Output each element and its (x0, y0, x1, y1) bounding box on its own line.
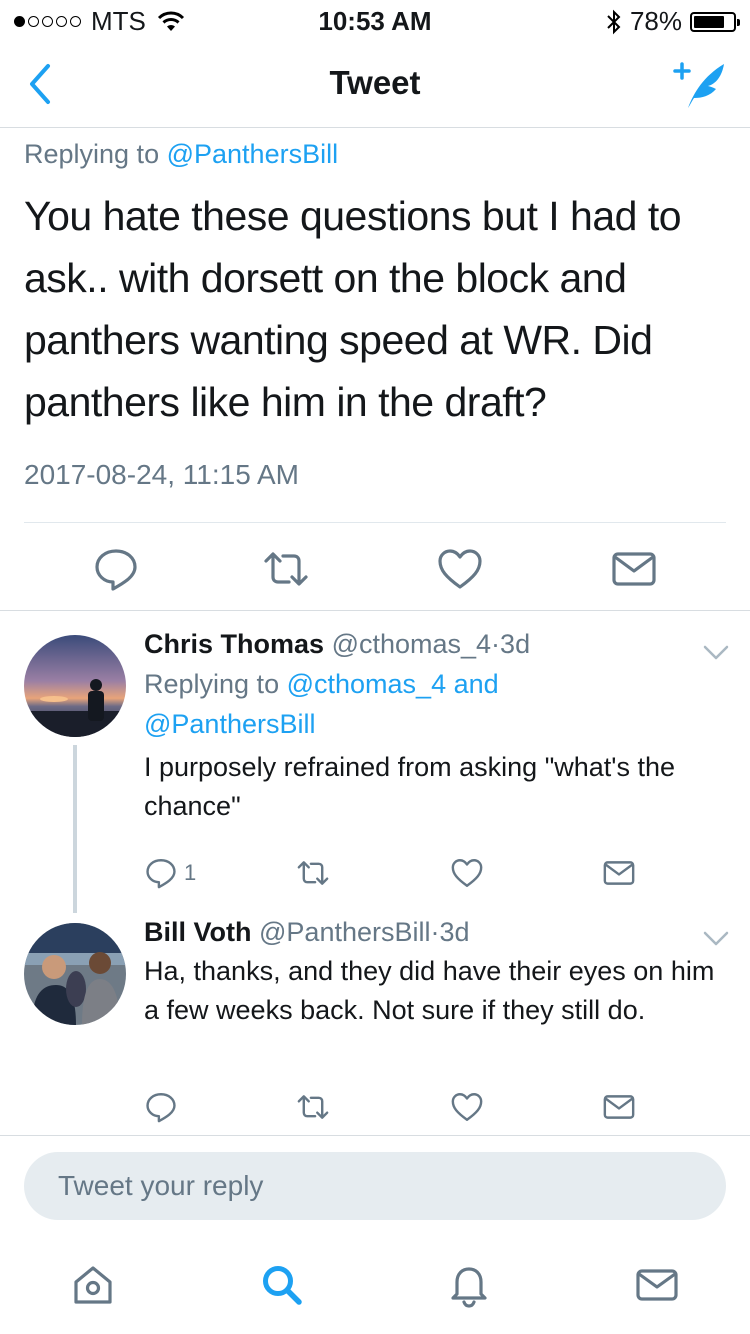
author-handle[interactable]: @cthomas_4 (332, 629, 491, 659)
tweet-actions (0, 539, 750, 599)
separator-dot: · (430, 917, 440, 947)
search-icon[interactable] (259, 1262, 305, 1308)
direct-message-icon[interactable] (610, 545, 658, 593)
compose-feather-icon[interactable] (672, 58, 728, 112)
divider (0, 1135, 750, 1136)
reply-icon (146, 1093, 176, 1123)
replying-handle-link[interactable]: @cthomas_4 (287, 669, 446, 699)
author-name[interactable]: Chris Thomas (144, 629, 324, 659)
tweet-timestamp: 2017-08-24, 11:15 AM (24, 459, 300, 490)
direct-message-button[interactable] (602, 855, 636, 891)
reply-actions (144, 1089, 644, 1129)
tab-bar (0, 1238, 750, 1334)
reply-icon[interactable] (92, 545, 140, 593)
reply-text: Ha, thanks, and they did have their eyes… (144, 956, 715, 1025)
retweet-icon (297, 1095, 329, 1119)
reply-body: Bill Voth @PanthersBill·3d Ha, thanks, a… (144, 917, 734, 1030)
like-heart-icon[interactable] (436, 545, 484, 593)
replying-and: and (453, 669, 499, 699)
like-button[interactable] (450, 855, 484, 891)
direct-message-button[interactable] (602, 1089, 636, 1125)
tweet-text: You hate these questions but I had to as… (24, 193, 682, 425)
replying-to-line: Replying to @cthomas_4 and @PanthersBill (144, 664, 734, 744)
direct-message-icon (603, 861, 635, 885)
replying-prefix: Replying to (144, 669, 280, 699)
bluetooth-icon (607, 9, 621, 34)
direct-message-icon (603, 1095, 635, 1119)
avatar[interactable] (24, 923, 126, 1025)
notifications-icon[interactable] (446, 1262, 492, 1308)
reply-button[interactable] (144, 1089, 178, 1125)
reply-actions: 1 (144, 855, 644, 895)
reply-header: Bill Voth @PanthersBill·3d (144, 917, 734, 948)
messages-icon[interactable] (634, 1262, 680, 1308)
chevron-down-icon[interactable] (702, 643, 730, 663)
retweet-icon[interactable] (262, 545, 310, 593)
avatar[interactable] (24, 635, 126, 737)
replying-to-line: Replying to @PanthersBill (24, 139, 338, 170)
author-name[interactable]: Bill Voth (144, 917, 252, 947)
home-icon[interactable] (70, 1262, 116, 1308)
separator-dot: · (491, 629, 501, 659)
like-heart-icon (451, 859, 483, 887)
chevron-down-icon[interactable] (702, 929, 730, 949)
tweet-reply-input[interactable]: Tweet your reply (24, 1152, 726, 1220)
reply-header: Chris Thomas @cthomas_4·3d (144, 629, 734, 660)
replying-prefix: Replying to (24, 139, 160, 169)
tweet-age: 3d (439, 917, 470, 947)
divider (24, 522, 726, 523)
status-right: 78% (606, 6, 740, 37)
retweet-icon (297, 861, 329, 885)
replying-handle-link[interactable]: @PanthersBill (167, 139, 338, 169)
battery-icon (690, 11, 740, 32)
reply-input-placeholder: Tweet your reply (58, 1170, 264, 1201)
retweet-button[interactable] (296, 1089, 330, 1125)
reply-count: 1 (184, 860, 197, 885)
reply-icon (146, 859, 176, 889)
divider (0, 610, 750, 611)
battery-fill (694, 15, 724, 28)
tweet-age: 3d (500, 629, 531, 659)
like-button[interactable] (450, 1089, 484, 1125)
status-bar: MTS 10:53 AM 78% (0, 0, 750, 40)
author-handle[interactable]: @PanthersBill (259, 917, 430, 947)
retweet-button[interactable] (296, 855, 330, 891)
page-title: Tweet (329, 64, 421, 101)
like-heart-icon (451, 1093, 483, 1121)
reply-body: Chris Thomas @cthomas_4·3d Replying to @… (144, 629, 734, 826)
reply-button[interactable]: 1 (144, 855, 196, 891)
thread-connector-line (73, 745, 77, 913)
reply-text: I purposely refrained from asking "what'… (144, 752, 675, 821)
battery-percent: 78% (629, 6, 682, 36)
nav-bar: Tweet (0, 40, 750, 128)
replying-handle-link[interactable]: @PanthersBill (144, 709, 315, 739)
